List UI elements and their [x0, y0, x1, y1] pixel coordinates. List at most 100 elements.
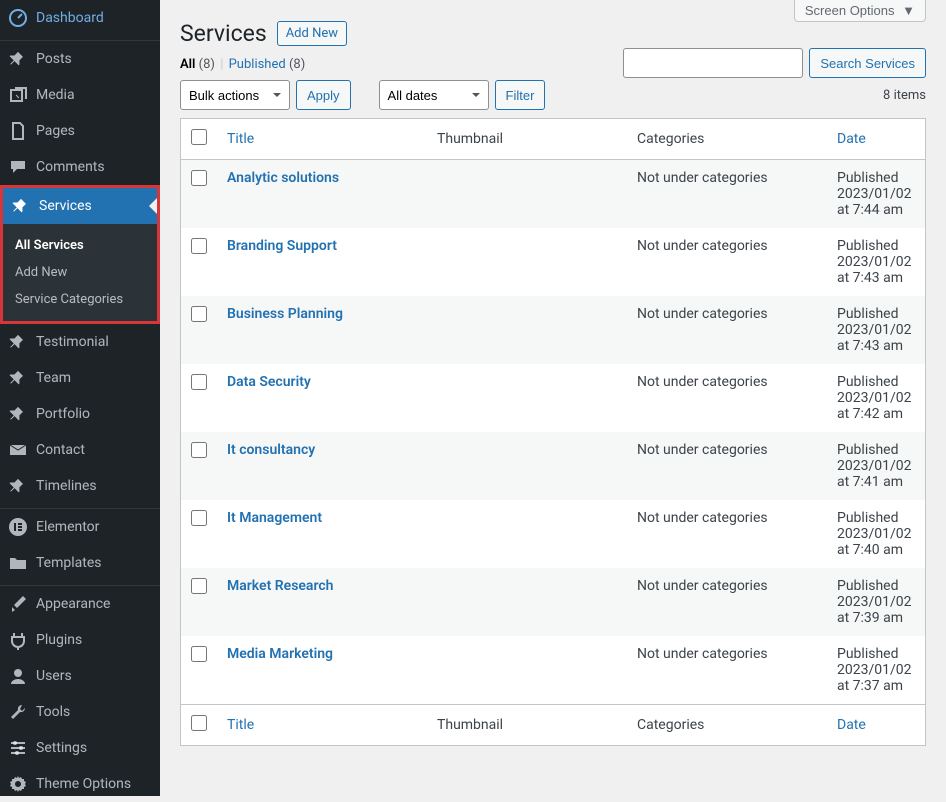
table-row: It ManagementNot under categoriesPublish…	[181, 500, 926, 568]
menu-label: Settings	[36, 740, 87, 756]
row-categories: Not under categories	[627, 364, 827, 432]
items-count: 8 items	[883, 88, 926, 103]
menu-label: Contact	[36, 442, 85, 458]
page-title: Services	[180, 20, 267, 47]
screen-options-button[interactable]: Screen Options ▼	[794, 0, 926, 22]
comment-icon	[8, 157, 28, 177]
select-all-checkbox-bottom[interactable]	[191, 715, 207, 731]
menu-portfolio[interactable]: Portfolio	[0, 396, 160, 432]
menu-settings[interactable]: Settings	[0, 730, 160, 766]
row-date: Published2023/01/02 at 7:42 am	[827, 364, 926, 432]
row-categories: Not under categories	[627, 228, 827, 296]
menu-label: Pages	[36, 123, 75, 139]
row-date: Published2023/01/02 at 7:40 am	[827, 500, 926, 568]
menu-testimonial[interactable]: Testimonial	[0, 324, 160, 360]
view-pub-count: (8)	[289, 57, 305, 72]
view-all-count: (8)	[199, 57, 215, 72]
row-date: Published2023/01/02 at 7:41 am	[827, 432, 926, 500]
submenu-service-categories[interactable]: Service Categories	[3, 286, 157, 313]
row-checkbox[interactable]	[191, 578, 207, 594]
menu-label: Theme Options	[36, 776, 131, 792]
menu-users[interactable]: Users	[0, 658, 160, 694]
row-title-link[interactable]: It consultancy	[227, 442, 315, 458]
date-filter-select[interactable]: All dates	[379, 80, 489, 110]
apply-button[interactable]: Apply	[296, 80, 351, 110]
menu-label: Posts	[36, 51, 72, 67]
row-thumbnail	[427, 432, 627, 500]
menu-tools[interactable]: Tools	[0, 694, 160, 730]
row-title-link[interactable]: Media Marketing	[227, 646, 333, 662]
submenu-all-services[interactable]: All Services	[3, 232, 157, 259]
user-icon	[8, 666, 28, 686]
view-all-link[interactable]: All	[180, 57, 195, 72]
pin-icon	[11, 196, 31, 216]
menu-label: Elementor	[36, 519, 99, 535]
envelope-icon	[8, 440, 28, 460]
bulk-actions-select[interactable]: Bulk actions	[180, 80, 290, 110]
menu-theme-options[interactable]: Theme Options	[0, 766, 160, 802]
row-date: Published2023/01/02 at 7:43 am	[827, 296, 926, 364]
row-checkbox[interactable]	[191, 170, 207, 186]
dashboard-icon	[8, 8, 28, 28]
row-title-link[interactable]: Branding Support	[227, 238, 337, 254]
row-title-link[interactable]: Analytic solutions	[227, 170, 339, 186]
search-button[interactable]: Search Services	[809, 48, 926, 78]
row-thumbnail	[427, 364, 627, 432]
chevron-down-icon: ▼	[902, 3, 915, 18]
menu-contact[interactable]: Contact	[0, 432, 160, 468]
row-checkbox[interactable]	[191, 510, 207, 526]
pin-icon	[8, 404, 28, 424]
row-title-link[interactable]: Market Research	[227, 578, 333, 594]
row-checkbox[interactable]	[191, 374, 207, 390]
menu-pages[interactable]: Pages	[0, 113, 160, 149]
menu-label: Testimonial	[36, 334, 109, 350]
menu-comments[interactable]: Comments	[0, 149, 160, 185]
col-title-sort-bottom[interactable]: Title	[227, 717, 254, 733]
menu-label: Tools	[36, 704, 70, 720]
row-checkbox[interactable]	[191, 646, 207, 662]
view-all-label: All	[180, 57, 195, 72]
wrench-icon	[8, 702, 28, 722]
row-checkbox[interactable]	[191, 442, 207, 458]
table-row: It consultancyNot under categoriesPublis…	[181, 432, 926, 500]
select-all-checkbox[interactable]	[191, 129, 207, 145]
row-categories: Not under categories	[627, 568, 827, 636]
row-title-link[interactable]: Data Security	[227, 374, 311, 390]
gear-icon	[8, 774, 28, 794]
menu-label: Templates	[36, 555, 102, 571]
menu-label: Media	[36, 87, 75, 103]
row-title-link[interactable]: It Management	[227, 510, 322, 526]
pin-icon	[8, 49, 28, 69]
table-row: Branding Support Not under categoriesPubl…	[181, 228, 926, 296]
menu-team[interactable]: Team	[0, 360, 160, 396]
filter-button[interactable]: Filter	[495, 80, 546, 110]
menu-templates[interactable]: Templates	[0, 545, 160, 581]
search-input[interactable]	[623, 48, 803, 78]
menu-timelines[interactable]: Timelines	[0, 468, 160, 504]
menu-services[interactable]: Services	[3, 188, 157, 224]
plug-icon	[8, 630, 28, 650]
menu-plugins[interactable]: Plugins	[0, 622, 160, 658]
col-categories: Categories	[627, 119, 827, 160]
table-row: Media MarketingNot under categoriesPubli…	[181, 636, 926, 705]
menu-dashboard[interactable]: Dashboard	[0, 0, 160, 36]
menu-media[interactable]: Media	[0, 77, 160, 113]
row-categories: Not under categories	[627, 296, 827, 364]
view-pub-label: Published	[229, 57, 286, 72]
row-title-link[interactable]: Business Planning	[227, 306, 343, 322]
view-published-link[interactable]: Published	[229, 57, 286, 72]
row-date: Published2023/01/02 at 7:44 am	[827, 160, 926, 229]
row-checkbox[interactable]	[191, 238, 207, 254]
row-checkbox[interactable]	[191, 306, 207, 322]
col-title-sort[interactable]: Title	[227, 131, 254, 147]
menu-posts[interactable]: Posts	[0, 41, 160, 77]
submenu-add-new[interactable]: Add New	[3, 259, 157, 286]
menu-appearance[interactable]: Appearance	[0, 586, 160, 622]
row-date: Published2023/01/02 at 7:43 am	[827, 228, 926, 296]
add-new-button[interactable]: Add New	[277, 21, 347, 46]
menu-label: Comments	[36, 159, 105, 175]
pin-icon	[8, 368, 28, 388]
col-date-sort-bottom[interactable]: Date	[837, 717, 866, 733]
col-date-sort[interactable]: Date	[837, 131, 866, 147]
menu-elementor[interactable]: Elementor	[0, 509, 160, 545]
